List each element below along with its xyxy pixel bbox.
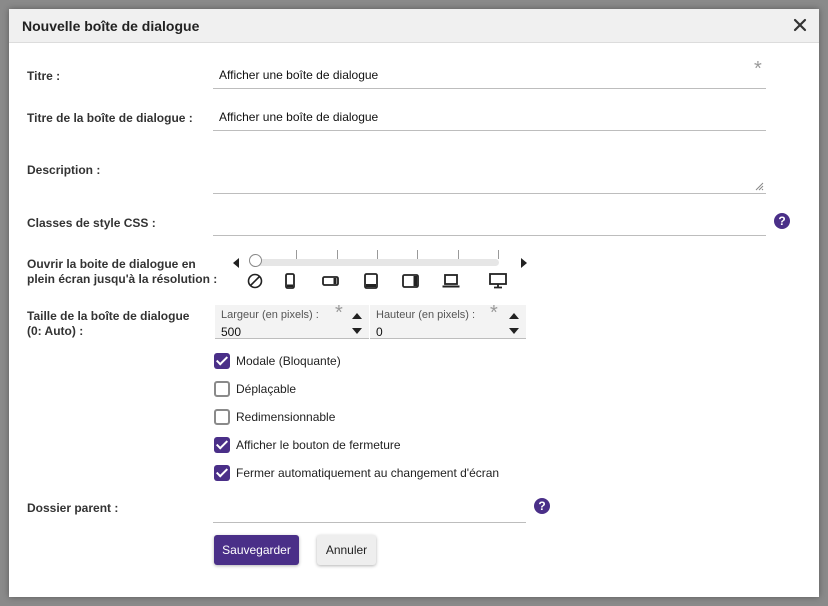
required-icon: * (335, 302, 343, 324)
classes-css-label: Classes de style CSS : (27, 216, 156, 230)
bouton-fermeture-checkbox[interactable] (214, 437, 230, 453)
dialog-title: Nouvelle boîte de dialogue (22, 18, 200, 34)
hauteur-input[interactable]: Hauteur (en pixels) : 0 (370, 305, 526, 339)
taille-label-line1: Taille de la boîte de dialogue (27, 309, 190, 323)
dossier-parent-input[interactable] (213, 493, 526, 523)
deplacable-label: Déplaçable (236, 382, 297, 396)
resolution-slider[interactable] (255, 259, 499, 266)
slider-tick (417, 250, 418, 259)
dialog: Nouvelle boîte de dialogue Titre : Affic… (9, 9, 819, 597)
hauteur-stepper[interactable] (504, 305, 526, 339)
decrement-icon[interactable] (509, 328, 519, 334)
fermer-auto-label: Fermer automatiquement au changement d'é… (236, 466, 500, 480)
largeur-input[interactable]: Largeur (en pixels) : 500 (215, 305, 369, 339)
plein-ecran-label-line1: Ouvrir la boite de dialogue en (27, 257, 196, 271)
tablet-landscape-icon[interactable] (402, 273, 420, 289)
phone-portrait-icon[interactable] (281, 273, 299, 289)
titre-input[interactable]: Afficher une boîte de dialogue (213, 61, 766, 89)
increment-icon[interactable] (352, 313, 362, 319)
titre-dialogue-input[interactable]: Afficher une boîte de dialogue (213, 103, 766, 131)
deplacable-checkbox[interactable] (214, 381, 230, 397)
help-icon[interactable]: ? (774, 213, 790, 229)
titre-dialogue-label: Titre de la boîte de dialogue : (27, 111, 193, 125)
tablet-portrait-icon[interactable] (362, 273, 380, 289)
plein-ecran-label-line2: plein écran jusqu'à la résolution : (27, 272, 218, 286)
dialog-titlebar: Nouvelle boîte de dialogue (9, 9, 819, 43)
save-button[interactable]: Sauvegarder (214, 535, 299, 565)
description-label: Description : (27, 163, 101, 177)
slider-tick (498, 250, 499, 259)
slider-left-arrow-icon[interactable] (233, 258, 239, 268)
taille-label-line2: (0: Auto) : (27, 324, 84, 338)
slider-tick (337, 250, 338, 259)
slider-tick (377, 250, 378, 259)
modale-label: Modale (Bloquante) (236, 354, 341, 368)
titre-label: Titre : (27, 69, 61, 83)
slider-right-arrow-icon[interactable] (521, 258, 527, 268)
phone-landscape-icon[interactable] (322, 273, 340, 289)
hauteur-label: Hauteur (en pixels) : (376, 309, 476, 321)
classes-css-input[interactable] (213, 208, 766, 236)
dossier-parent-label: Dossier parent : (27, 501, 119, 515)
slider-thumb[interactable] (249, 254, 262, 267)
increment-icon[interactable] (509, 313, 519, 319)
none-icon[interactable] (246, 273, 264, 289)
fermer-auto-checkbox[interactable] (214, 465, 230, 481)
required-icon: * (754, 58, 762, 80)
required-icon: * (490, 302, 498, 324)
resize-handle-icon[interactable] (755, 182, 764, 191)
description-textarea[interactable] (213, 159, 766, 194)
cancel-button[interactable]: Annuler (317, 535, 376, 565)
close-icon[interactable] (791, 16, 809, 34)
desktop-icon[interactable] (489, 273, 507, 289)
titre-value: Afficher une boîte de dialogue (219, 68, 379, 82)
hauteur-value: 0 (376, 325, 383, 339)
largeur-label: Largeur (en pixels) : (221, 309, 319, 321)
largeur-stepper[interactable] (347, 305, 369, 339)
slider-tick (458, 250, 459, 259)
titre-dialogue-value: Afficher une boîte de dialogue (219, 110, 379, 124)
laptop-icon[interactable] (442, 273, 460, 289)
redimensionnable-checkbox[interactable] (214, 409, 230, 425)
modale-checkbox[interactable] (214, 353, 230, 369)
redimensionnable-label: Redimensionnable (236, 410, 336, 424)
slider-tick (296, 250, 297, 259)
largeur-value: 500 (221, 325, 242, 339)
decrement-icon[interactable] (352, 328, 362, 334)
help-icon[interactable]: ? (534, 498, 550, 514)
bouton-fermeture-label: Afficher le bouton de fermeture (236, 438, 401, 452)
